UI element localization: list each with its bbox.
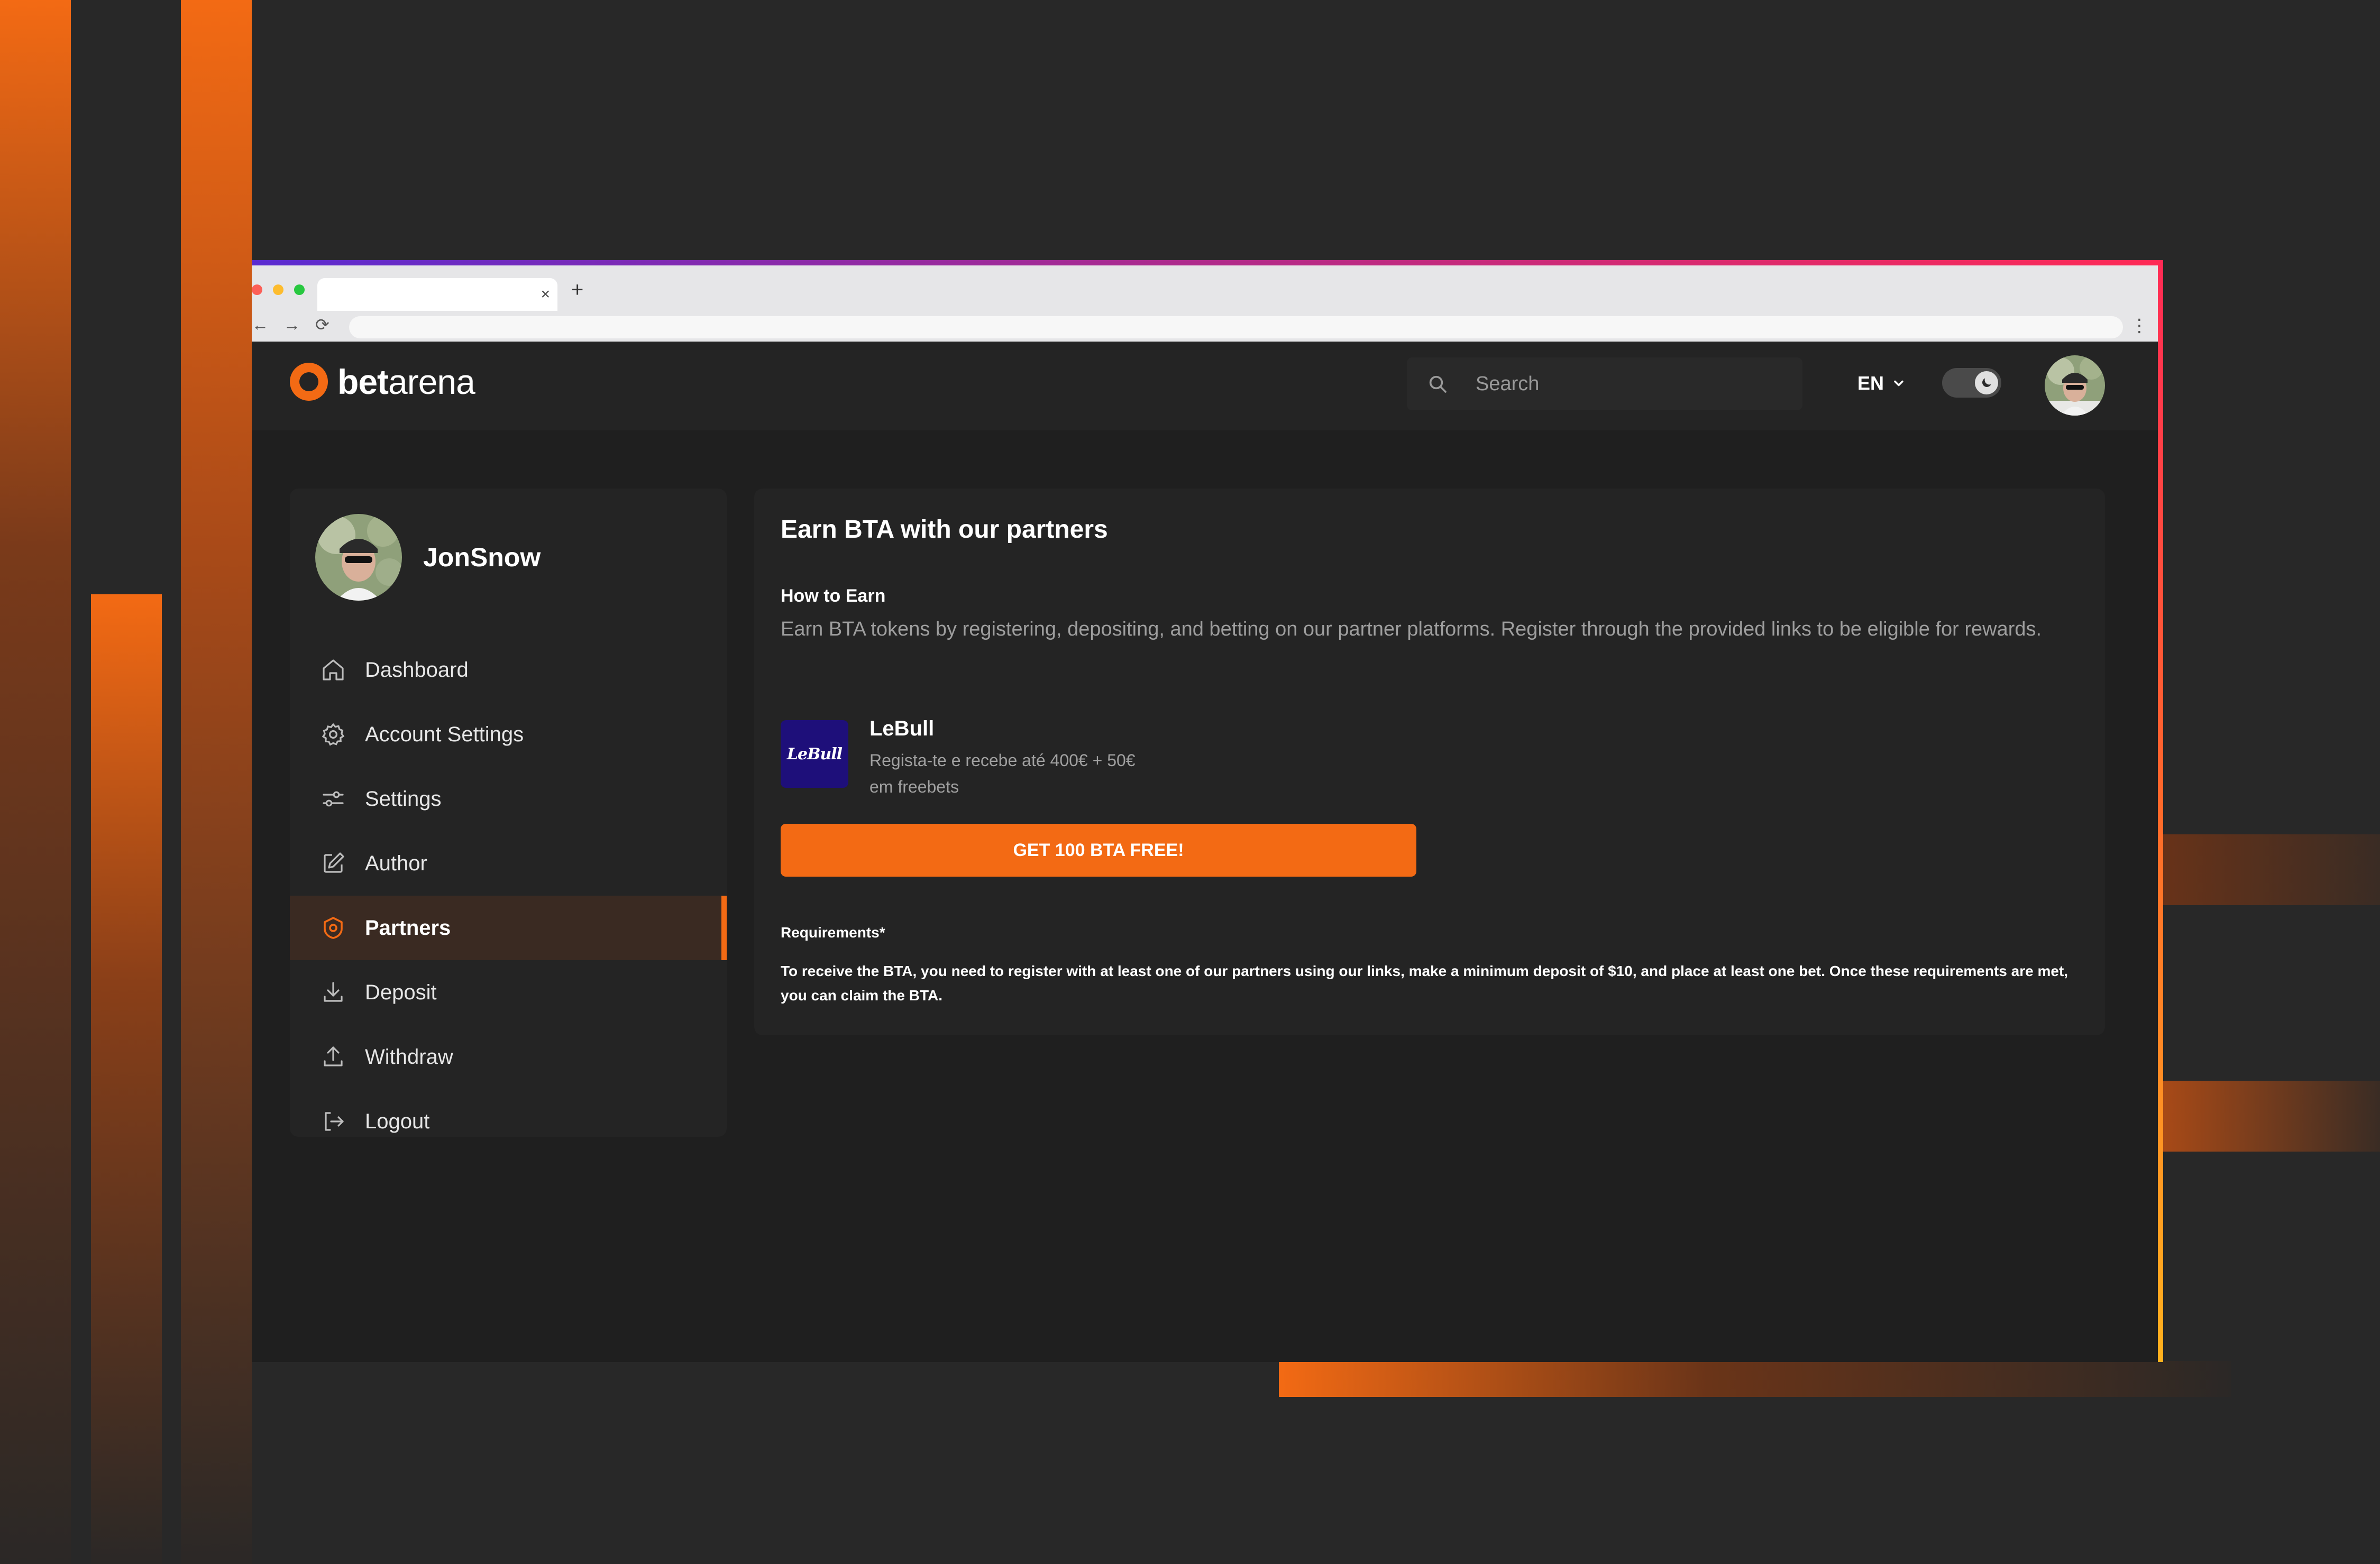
browser-nav: ← → ⟳ (252, 314, 329, 335)
search-box[interactable]: Search (1407, 357, 1802, 410)
address-bar[interactable] (349, 316, 2123, 338)
logo-text-bold: bet (337, 362, 389, 401)
minimize-window-button[interactable] (273, 284, 283, 295)
how-to-earn-text: Earn BTA tokens by registering, depositi… (781, 618, 2042, 640)
decor-stripe (91, 594, 162, 1564)
browser-chrome: × + ← → ⟳ ⋮ (252, 265, 2163, 342)
partner-description: Regista-te e recebe até 400€ + 50€ em fr… (869, 751, 1136, 796)
tab-close-icon[interactable]: × (541, 287, 550, 302)
reload-icon[interactable]: ⟳ (315, 314, 329, 335)
chevron-down-icon (1894, 380, 1903, 387)
maximize-window-button[interactable] (294, 284, 305, 295)
get-bta-button[interactable]: GET 100 BTA FREE! (781, 824, 1416, 877)
sidebar-item-label: Partners (365, 916, 451, 940)
sidebar-item-label: Author (365, 851, 427, 875)
decor-stripe (2147, 834, 2380, 905)
partner-item: LeBull LeBull Regista-te e recebe até 40… (781, 717, 1145, 800)
sidebar-item-account-settings[interactable]: Account Settings (290, 702, 727, 767)
partner-logo[interactable]: LeBull (781, 720, 848, 788)
decor-stripe (1279, 1361, 2231, 1397)
sidebar-item-deposit[interactable]: Deposit (290, 960, 727, 1025)
sidebar-item-label: Logout (365, 1109, 430, 1133)
sidebar-item-settings[interactable]: Settings (290, 767, 727, 831)
browser-tab[interactable]: × (317, 278, 557, 311)
sidebar-item-label: Deposit (365, 980, 437, 1004)
moon-icon (1975, 371, 1998, 394)
theme-toggle[interactable] (1942, 368, 2001, 398)
requirements-text: To receive the BTA, you need to register… (781, 963, 2068, 1004)
logout-icon (325, 1112, 344, 1131)
page-title: Earn BTA with our partners (781, 516, 1108, 544)
requirements-heading: Requirements* (781, 924, 885, 941)
logo-text: betarena (337, 362, 475, 402)
new-tab-button[interactable]: + (571, 279, 583, 300)
how-to-earn-heading: How to Earn (781, 586, 886, 606)
site-header: betarena Search EN (252, 342, 2163, 430)
back-icon[interactable]: ← (252, 314, 269, 335)
sidebar-item-logout[interactable]: Logout (290, 1089, 727, 1154)
sliders-icon (323, 791, 344, 807)
language-selector[interactable]: EN (1857, 372, 1906, 394)
edit-icon (324, 852, 344, 873)
partner-logo-text: LeBull (786, 744, 843, 763)
user-avatar[interactable] (2045, 355, 2105, 416)
shield-icon (324, 917, 343, 939)
profile-summary: JonSnow (315, 514, 541, 601)
username: JonSnow (423, 542, 541, 572)
browser-border-top (252, 260, 2163, 265)
sidebar-item-label: Withdraw (365, 1045, 453, 1069)
home-icon (323, 659, 344, 680)
logo-text-light: arena (388, 362, 475, 401)
language-label: EN (1857, 372, 1884, 394)
decor-stripe (2147, 1081, 2380, 1152)
logo[interactable]: betarena (290, 362, 475, 402)
sidebar-item-withdraw[interactable]: Withdraw (290, 1025, 727, 1089)
sidebar-item-author[interactable]: Author (290, 831, 727, 896)
sidebar: JonSnow Dashboard Account Settings Setti… (290, 489, 727, 1137)
sidebar-menu: Dashboard Account Settings Settings Auth… (290, 638, 727, 1154)
browser-menu-icon[interactable]: ⋮ (2130, 315, 2148, 336)
upload-icon (324, 1046, 343, 1066)
search-input[interactable]: Search (1476, 373, 1539, 395)
gear-icon (322, 723, 345, 746)
window-controls (252, 284, 305, 295)
search-icon (1429, 375, 1447, 393)
close-window-button[interactable] (252, 284, 262, 295)
sidebar-item-label: Account Settings (365, 722, 524, 746)
forward-icon[interactable]: → (283, 314, 300, 335)
sidebar-item-dashboard[interactable]: Dashboard (290, 638, 727, 702)
sidebar-item-label: Settings (365, 787, 442, 811)
download-icon (324, 982, 343, 1002)
decor-stripe (181, 0, 252, 1564)
browser-border-right (2158, 260, 2163, 1362)
sidebar-item-partners[interactable]: Partners (290, 896, 727, 960)
browser-window: × + ← → ⟳ ⋮ betarena Search EN JonSnow D… (252, 260, 2163, 1362)
sidebar-item-label: Dashboard (365, 658, 469, 682)
partner-info: LeBull Regista-te e recebe até 400€ + 50… (869, 717, 1145, 800)
avatar (315, 514, 402, 601)
partners-card: Earn BTA with our partners How to Earn E… (754, 489, 2105, 1035)
partner-name: LeBull (869, 717, 935, 740)
decor-stripe (0, 0, 71, 1564)
logo-mark-icon (290, 363, 328, 401)
